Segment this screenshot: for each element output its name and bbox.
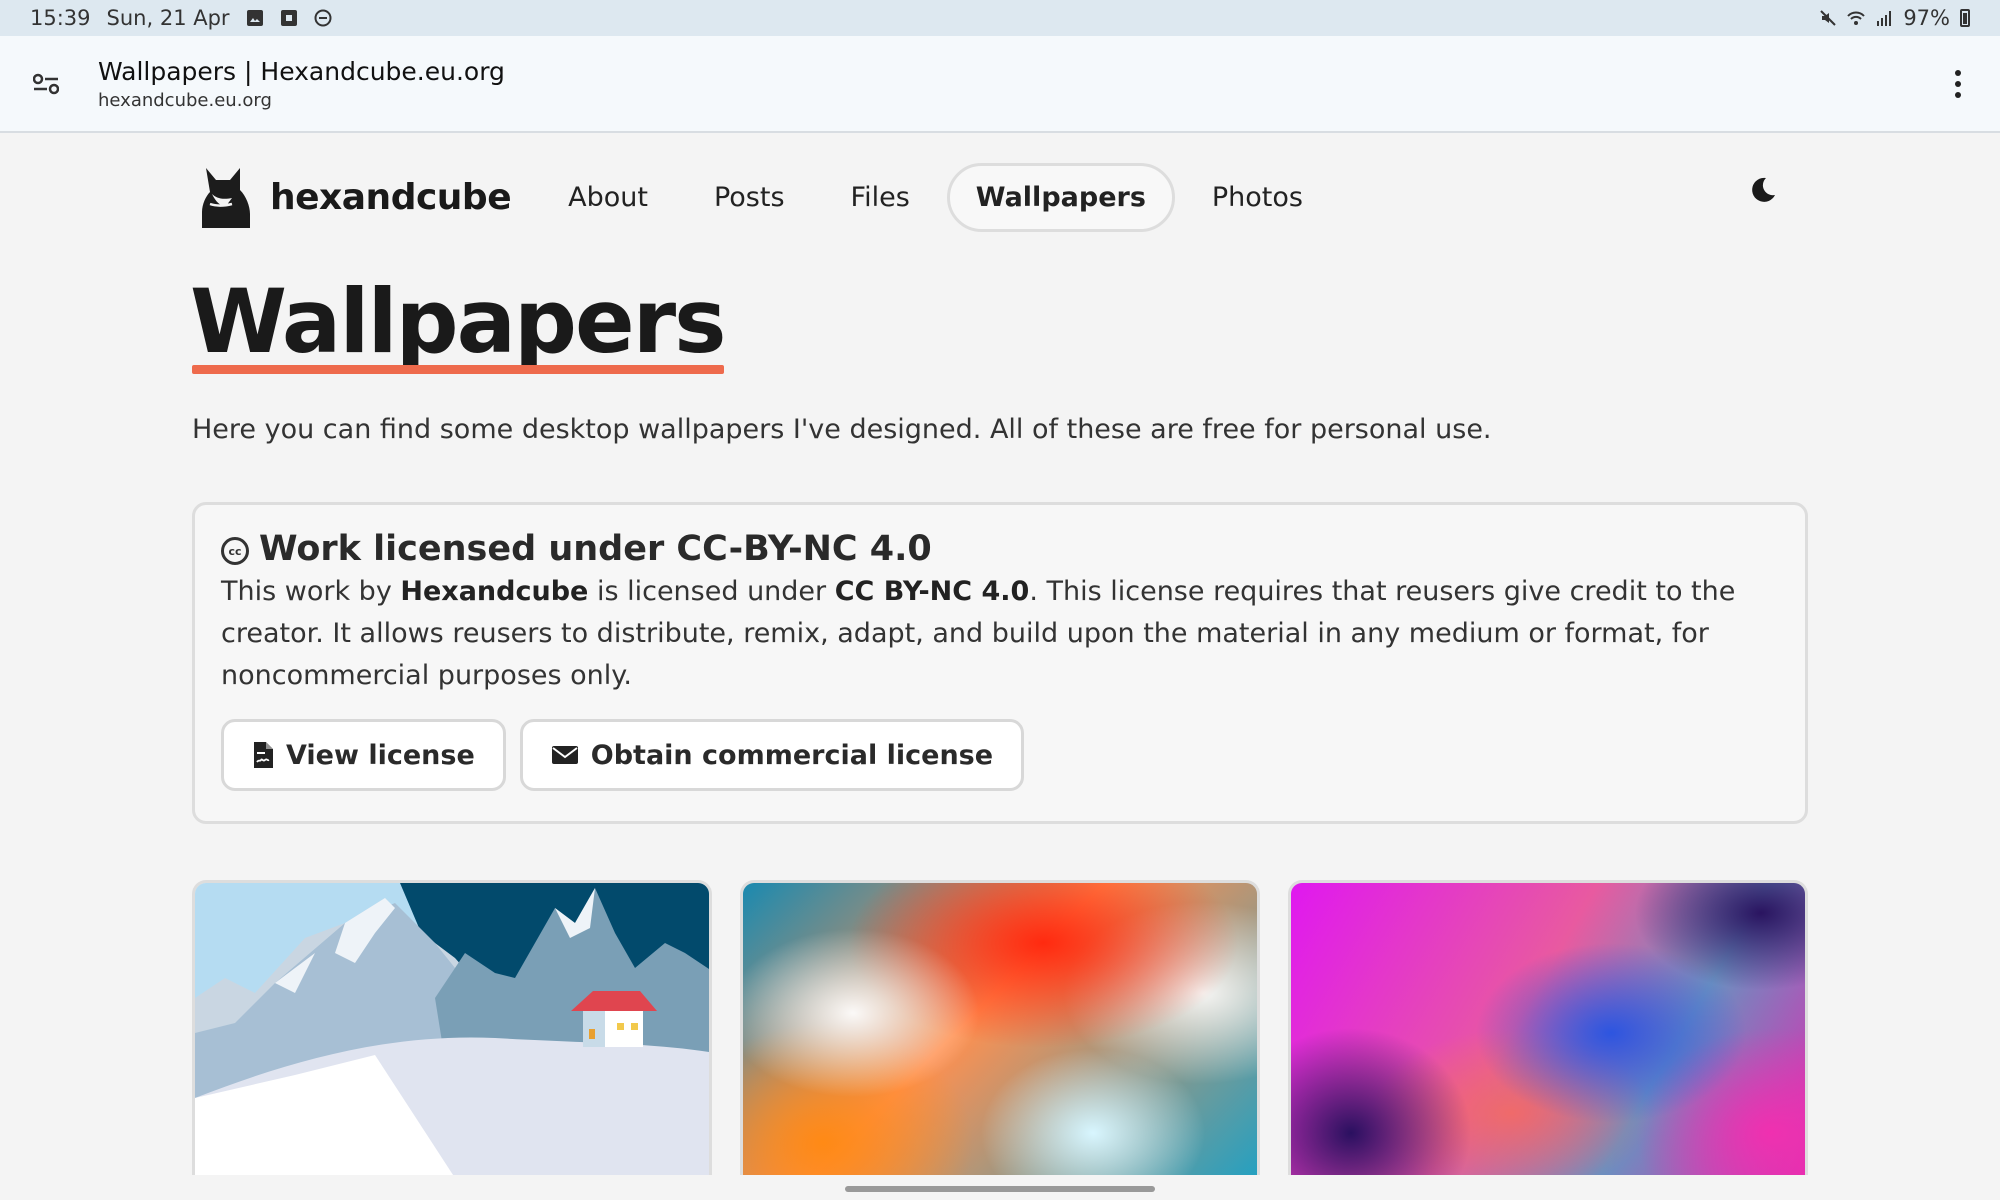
license-name: CC BY-NC 4.0 [834,576,1030,607]
site-brand[interactable]: hexandcube [270,177,512,218]
envelope-icon [551,746,578,764]
wallpaper-mountains[interactable] [192,880,712,1175]
status-time: 15:39 [30,6,91,30]
commercial-license-label: Obtain commercial license [590,739,994,771]
nav-link-posts[interactable]: Posts [685,163,814,232]
license-description: This work by Hexandcube is licensed unde… [221,571,1781,697]
view-license-label: View license [286,739,475,771]
page-intro: Here you can find some desktop wallpaper… [192,414,1492,445]
screenshot-icon [280,10,297,26]
page-url: hexandcube.eu.org [98,89,272,111]
site-settings-icon[interactable] [30,68,62,100]
site-nav: hexandcube About Posts Files Wallpapers … [192,160,1812,234]
address-bar[interactable]: Wallpapers | Hexandcube.eu.org hexandcub… [98,57,505,111]
creative-commons-icon: cc [221,537,249,565]
license-title: Work licensed under CC-BY-NC 4.0 [259,529,932,569]
image-icon [246,10,263,26]
nav-link-wallpapers[interactable]: Wallpapers [946,162,1175,232]
page-title-text: Wallpapers [190,270,726,373]
license-text-part: is licensed under [588,576,835,607]
battery-icon [1960,9,1970,27]
wallpaper-grid [192,880,1808,1175]
page-title: Wallpapers [190,278,726,374]
file-contract-icon [254,742,273,768]
title-underline [192,365,725,374]
nav-link-photos[interactable]: Photos [1183,163,1332,232]
mountain-wallpaper-image [195,883,709,1175]
gesture-home-indicator[interactable] [845,1186,1155,1192]
wallpaper-gradient-warm[interactable] [740,880,1260,1175]
battery-percent: 97% [1903,6,1950,30]
license-author: Hexandcube [400,576,589,607]
license-card: cc Work licensed under CC-BY-NC 4.0 This… [192,502,1808,824]
status-bar: 15:39 Sun, 21 Apr 97% [0,0,2000,36]
browser-menu-icon[interactable] [1946,64,1970,104]
view-license-button[interactable]: View license [221,719,506,791]
signal-icon [1877,11,1892,26]
wifi-icon [1847,11,1866,25]
wallpaper-gradient-purple[interactable] [1288,880,1808,1175]
page-tab-title: Wallpapers | Hexandcube.eu.org [98,56,505,86]
fox-logo-icon[interactable] [192,164,262,230]
status-date: Sun, 21 Apr [106,6,230,30]
nav-link-about[interactable]: About [539,163,677,232]
browser-toolbar: Wallpapers | Hexandcube.eu.org hexandcub… [0,36,2000,133]
moon-icon[interactable] [1742,170,1782,210]
dnd-icon [314,9,332,27]
commercial-license-button[interactable]: Obtain commercial license [519,719,1025,791]
nav-link-files[interactable]: Files [822,163,939,232]
license-text-part: This work by [221,576,401,607]
mute-icon [1820,10,1837,26]
